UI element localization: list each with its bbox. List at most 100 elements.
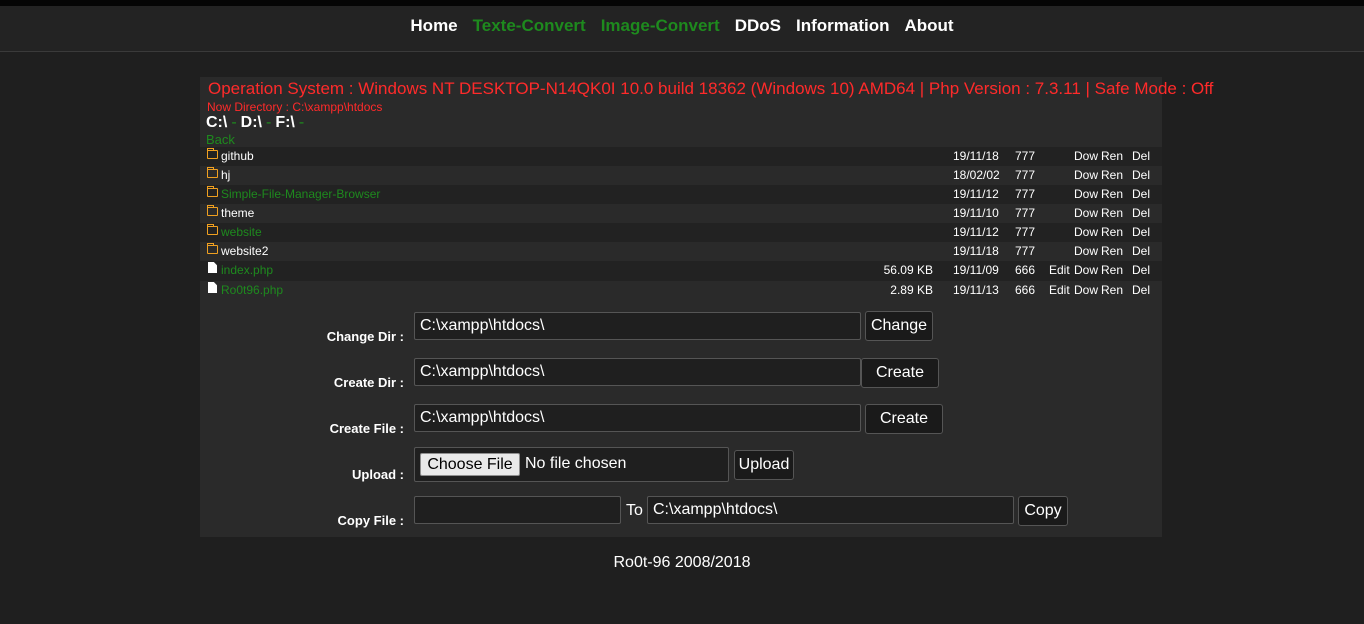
entry-permissions: 777 [1015,206,1036,220]
rename-link[interactable]: Ren [1101,225,1123,239]
folder-icon [207,148,218,159]
create-file-label: Create File : [329,421,404,436]
change-dir-button[interactable]: Change [865,311,933,341]
rename-link[interactable]: Ren [1101,168,1123,182]
copy-file-label: Copy File : [337,513,404,528]
entry-name-link[interactable]: theme [221,206,254,220]
drive-list: C:\ - D:\ - F:\ - [206,114,308,132]
folder-row: Simple-File-Manager-Browser 19/11/12 777 Do… [200,185,1162,204]
drive-separator: - [298,114,305,131]
drive-d-link[interactable]: D:\ [241,114,262,131]
rename-link[interactable]: Ren [1101,187,1123,201]
nav-information[interactable]: Information [796,16,890,36]
download-link[interactable]: Dow [1074,206,1098,220]
download-link[interactable]: Dow [1074,149,1098,163]
entry-permissions: 777 [1015,168,1036,182]
edit-link[interactable]: Edit [1049,283,1070,297]
delete-link[interactable]: Del [1132,225,1150,239]
entry-date: 19/11/18 [953,149,999,163]
folder-icon [207,186,218,197]
current-directory: Now Directory : C:\xampp\htdocs [207,100,383,114]
file-icon [208,282,217,293]
file-picker: Choose File No file chosen [414,447,729,482]
entry-permissions: 777 [1015,244,1036,258]
change-dir-input[interactable] [414,312,861,340]
entry-size: 2.89 KB [890,283,933,297]
upload-label: Upload : [352,467,404,482]
folder-icon [207,224,218,235]
rename-link[interactable]: Ren [1101,206,1123,220]
delete-link[interactable]: Del [1132,168,1150,182]
rename-link[interactable]: Ren [1101,149,1123,163]
drive-f-link[interactable]: F:\ [275,114,295,131]
download-link[interactable]: Dow [1074,187,1098,201]
no-file-chosen-text: No file chosen [525,455,627,472]
drive-separator: - [265,114,272,131]
file-row: index.php 56.09 KB 19/11/09 666 Edit Dow Ren De… [200,261,1162,281]
system-info: Operation System : Windows NT DESKTOP-N1… [208,79,1214,98]
folder-row: website 19/11/12 777 Dow Ren Del [200,223,1162,242]
file-row: Ro0t96.php 2.89 KB 19/11/13 666 Edit Dow Ren De… [200,281,1162,301]
nav-about[interactable]: About [905,16,954,36]
entry-name-link[interactable]: Simple-File-Manager-Browser [221,187,380,201]
copy-button[interactable]: Copy [1018,496,1068,526]
folder-row: github 19/11/18 777 Dow Ren Del [200,147,1162,166]
create-dir-button[interactable]: Create [861,358,939,388]
entry-name-link[interactable]: github [221,149,254,163]
download-link[interactable]: Dow [1074,168,1098,182]
entry-date: 19/11/12 [953,187,999,201]
entry-name-link[interactable]: index.php [221,263,273,277]
entry-name-link[interactable]: website [221,225,262,239]
entry-permissions: 666 [1015,283,1036,297]
drive-c-link[interactable]: C:\ [206,114,227,131]
nav-image-convert[interactable]: Image-Convert [601,16,720,36]
file-list: github 19/11/18 777 Dow Ren Del hj 18/02/02 777 D… [200,147,1162,301]
download-link[interactable]: Dow [1074,283,1098,297]
folder-row: hj 18/02/02 777 Dow Ren Del [200,166,1162,185]
entry-name-link[interactable]: hj [221,168,230,182]
download-link[interactable]: Dow [1074,263,1098,277]
nav-home[interactable]: Home [410,16,457,36]
file-manager-panel: Operation System : Windows NT DESKTOP-N1… [200,77,1213,537]
delete-link[interactable]: Del [1132,263,1150,277]
create-dir-input[interactable] [414,358,861,386]
nav-ddos[interactable]: DDoS [735,16,781,36]
entry-date: 19/11/10 [953,206,999,220]
delete-link[interactable]: Del [1132,149,1150,163]
rename-link[interactable]: Ren [1101,244,1123,258]
create-file-button[interactable]: Create [865,404,943,434]
delete-link[interactable]: Del [1132,244,1150,258]
entry-name-link[interactable]: Ro0t96.php [221,283,283,297]
rename-link[interactable]: Ren [1101,263,1123,277]
folder-icon [207,243,218,254]
create-file-input[interactable] [414,404,861,432]
folder-icon [207,205,218,216]
download-link[interactable]: Dow [1074,244,1098,258]
entry-date: 18/02/02 [953,168,1000,182]
back-link[interactable]: Back [206,132,235,147]
edit-link[interactable]: Edit [1049,263,1070,277]
delete-link[interactable]: Del [1132,283,1150,297]
copy-source-input[interactable] [414,496,621,524]
folder-row: theme 19/11/10 777 Dow Ren Del [200,204,1162,223]
download-link[interactable]: Dow [1074,225,1098,239]
delete-link[interactable]: Del [1132,206,1150,220]
create-dir-label: Create Dir : [333,375,404,390]
rename-link[interactable]: Ren [1101,283,1123,297]
entry-permissions: 777 [1015,225,1036,239]
delete-link[interactable]: Del [1132,187,1150,201]
drive-separator: - [231,114,237,131]
entry-date: 19/11/13 [953,283,999,297]
copy-to-label: To [626,502,643,519]
change-dir-label: Change Dir : [326,329,404,344]
entry-permissions: 777 [1015,187,1036,201]
copy-dest-input[interactable] [647,496,1014,524]
entry-name-link[interactable]: website2 [221,244,268,258]
upload-button[interactable]: Upload [734,450,794,480]
folder-icon [207,167,218,178]
nav-texte-convert[interactable]: Texte-Convert [473,16,586,36]
entry-date: 19/11/09 [953,263,999,277]
folder-row: website2 19/11/18 777 Dow Ren Del [200,242,1162,261]
choose-file-button[interactable]: Choose File [420,453,520,476]
entry-date: 19/11/12 [953,225,999,239]
